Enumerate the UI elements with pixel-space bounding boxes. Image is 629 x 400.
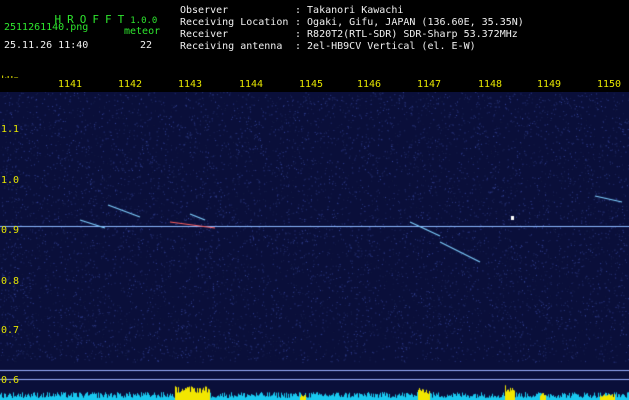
filename-label: 2511261140.png (4, 22, 89, 33)
time-tick: 1144 (238, 79, 264, 90)
freq-tick: 0.9 (1, 225, 20, 236)
meteor-label: meteor (124, 26, 161, 37)
time-tick: 1147 (416, 79, 442, 90)
freq-tick: 0.8 (1, 276, 20, 287)
freq-tick: 1.0 (1, 175, 20, 186)
antenna-label: Receiving antenna (180, 41, 283, 52)
antenna-value: : 2el-HB9CV Vertical (el. E-W) (295, 41, 476, 52)
freq-tick: 0.7 (1, 325, 20, 336)
version-label: 1.0.0 (130, 16, 158, 26)
freq-tick: 1.1 (1, 124, 20, 135)
header-panel: HROFFT1.0.0 2511261140.png meteor 25.11.… (0, 0, 629, 78)
datetime-label: 25.11.26 11:40 (4, 40, 89, 51)
receiver-value: : R820T2(RTL-SDR) SDR-Sharp 53.372MHz (295, 29, 518, 40)
time-tick: 1142 (117, 79, 143, 90)
time-tick: 1141 (57, 79, 83, 90)
receiver-label: Receiver (180, 29, 229, 40)
location-label: Receiving Location (180, 17, 289, 28)
time-tick: 1150 (596, 79, 622, 90)
spectrogram (0, 92, 629, 400)
time-tick: 1145 (298, 79, 324, 90)
freq-tick: 0.6 (1, 375, 20, 386)
time-axis: 1141 1142 1143 1144 1145 1146 1147 1148 … (0, 78, 629, 92)
time-tick: 1149 (536, 79, 562, 90)
observer-value: : Takanori Kawachi (295, 5, 404, 16)
time-tick: 1143 (177, 79, 203, 90)
observer-label: Observer (180, 5, 229, 16)
meteor-count: 22 (140, 40, 153, 51)
location-value: : Ogaki, Gifu, JAPAN (136.60E, 35.35N) (295, 17, 524, 28)
time-tick: 1148 (477, 79, 503, 90)
time-tick: 1146 (356, 79, 382, 90)
